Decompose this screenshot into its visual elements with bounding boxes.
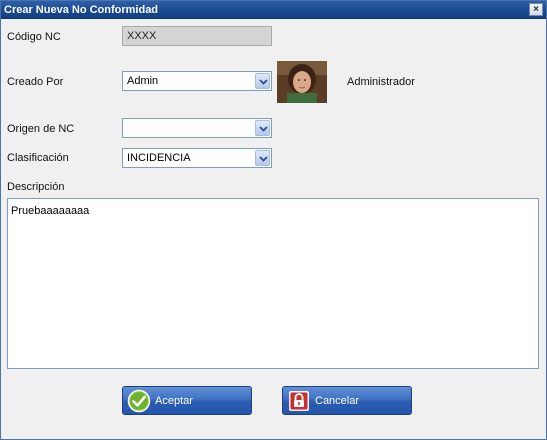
check-icon <box>127 389 151 413</box>
lock-icon <box>289 391 309 411</box>
avatar <box>277 61 327 103</box>
title-bar[interactable]: Crear Nueva No Conformidad × <box>1 1 546 19</box>
descripcion-label: Descripción <box>7 181 65 193</box>
cancel-label: Cancelar <box>315 395 360 407</box>
clasificacion-select[interactable]: INCIDENCIA <box>122 148 272 168</box>
codigo-field: XXXX <box>122 26 272 46</box>
creado-por-select[interactable]: Admin <box>122 71 272 91</box>
creado-por-value: Admin <box>127 75 159 87</box>
close-button[interactable]: × <box>529 3 543 16</box>
chevron-down-icon[interactable] <box>255 150 270 166</box>
codigo-label: Código NC <box>7 31 61 43</box>
accept-label: Aceptar <box>155 395 193 407</box>
chevron-down-icon[interactable] <box>255 120 270 136</box>
dialog-window: Crear Nueva No Conformidad × Código NC X… <box>0 0 547 440</box>
origen-label: Origen de NC <box>7 123 75 135</box>
creado-por-label: Creado Por <box>7 76 64 88</box>
descripcion-textarea[interactable]: Pruebaaaaaaaa <box>7 198 539 369</box>
window-title: Crear Nueva No Conformidad <box>4 4 159 16</box>
accept-button[interactable]: Aceptar <box>122 386 252 415</box>
user-name-label: Administrador <box>347 76 415 88</box>
origen-select[interactable] <box>122 118 272 138</box>
chevron-down-icon[interactable] <box>255 73 270 89</box>
clasificacion-label: Clasificación <box>7 152 69 164</box>
cancel-button[interactable]: Cancelar <box>282 386 412 415</box>
clasificacion-value: INCIDENCIA <box>127 152 191 164</box>
close-icon: × <box>533 4 539 15</box>
